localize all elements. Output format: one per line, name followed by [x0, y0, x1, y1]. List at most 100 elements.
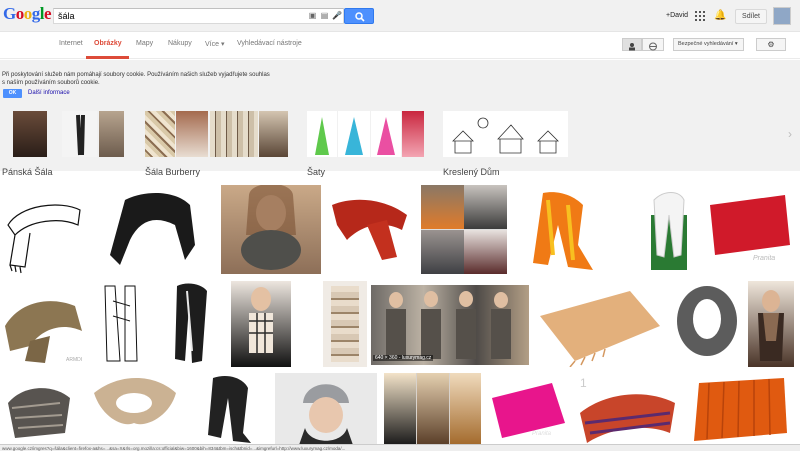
related-thumbnail [99, 111, 124, 157]
orange-ribbed-scarf [694, 378, 787, 441]
cookie-notice: Při poskytování služeb nám pomáhají soub… [0, 60, 800, 101]
status-bar-url: www.google.cz/imgres?q=šála&client=firef… [0, 444, 800, 451]
scarf-drawing [7, 204, 81, 274]
tab-search-tools[interactable]: Vyhledávací nástroje [237, 40, 302, 47]
search-button[interactable] [344, 8, 374, 24]
beige-pashmina [540, 291, 660, 367]
logo-letter: e [43, 4, 52, 23]
image-result[interactable]: 1 [575, 373, 683, 445]
image-result[interactable]: Pranita [705, 185, 794, 274]
image-result[interactable] [231, 281, 291, 367]
collage-cell [464, 230, 507, 274]
image-result[interactable] [95, 185, 215, 274]
tab-more[interactable]: Více ▾ [205, 40, 224, 48]
svg-text:1: 1 [580, 376, 587, 390]
image-result[interactable] [323, 281, 367, 367]
user-link[interactable]: +David [666, 12, 688, 19]
tab-internet[interactable]: Internet [59, 40, 83, 47]
image-result[interactable] [84, 373, 187, 445]
white-scarf-mannequin [651, 192, 687, 270]
fur-collar [94, 378, 176, 425]
notifications-bell-icon[interactable]: 🔔 [714, 10, 726, 21]
woman-knit-hat [299, 384, 353, 445]
scarf-sketch [104, 285, 138, 362]
google-logo[interactable]: Google [3, 4, 52, 24]
related-thumbnail [371, 111, 401, 157]
image-result[interactable] [0, 185, 90, 274]
woman-knit-scarf [758, 290, 784, 361]
collage-cell [384, 373, 416, 445]
related-label: Šála Burberry [145, 167, 201, 177]
woman-gray-scarf [241, 185, 301, 270]
related-thumbnail [307, 111, 337, 157]
tab-images[interactable]: Obrázky [94, 40, 122, 47]
related-thumbnail [62, 111, 97, 157]
black-scarf [110, 193, 195, 265]
image-result[interactable] [95, 281, 150, 367]
top-bar: Google ▣ ▤ 🎤 +David 🔔 Sdílet [0, 0, 800, 32]
collage-cell [417, 373, 449, 445]
tab-shopping[interactable]: Nákupy [168, 40, 192, 47]
image-result[interactable] [221, 185, 321, 274]
related-thumbnail [176, 111, 208, 157]
logo-letter: G [3, 4, 16, 23]
collage-cell [421, 185, 464, 229]
related-thumbnail [338, 111, 370, 157]
search-nav: Internet Obrázky Mapy Nákupy Více ▾ Vyhl… [0, 32, 800, 59]
logo-letter: o [23, 4, 33, 23]
image-caption: 640 × 360 - luxurymag.cz [373, 355, 434, 361]
image-result[interactable] [157, 281, 225, 367]
image-result[interactable] [639, 185, 699, 274]
private-results-toggle[interactable] [622, 38, 642, 51]
share-button[interactable]: Sdílet [735, 9, 767, 24]
image-result-selected[interactable]: 640 × 360 - luxurymag.cz [371, 285, 529, 365]
burberry-scarf [331, 286, 359, 362]
image-result[interactable] [327, 185, 414, 274]
image-result[interactable] [384, 373, 481, 445]
active-tab-indicator [86, 56, 129, 59]
cookie-ok-button[interactable]: OK [3, 89, 22, 98]
image-result[interactable] [275, 373, 377, 445]
collage-cell [464, 185, 507, 229]
microphone-icon[interactable]: 🎤 [332, 12, 342, 20]
logo-letter: g [31, 4, 41, 23]
avatar[interactable] [773, 7, 791, 25]
logo-letter: o [15, 4, 25, 23]
related-thumbnail [210, 111, 258, 157]
safe-search-dropdown[interactable]: Bezpečné vyhledávání ▾ [673, 38, 744, 51]
watermark-text: ARMDI [66, 357, 83, 363]
chevron-right-icon[interactable]: › [788, 127, 792, 141]
camera-icon[interactable]: ▣ [308, 12, 317, 20]
red-folded-scarf [710, 195, 790, 255]
related-label: Pánská Šála [2, 167, 53, 177]
related-searches: Pánská Šála Šála Burberry Šaty Kreslený … [0, 101, 800, 177]
gray-infinity-scarf [677, 286, 737, 356]
image-result[interactable]: ARMDI [0, 281, 88, 367]
patterned-scarf [8, 388, 70, 438]
black-crinkle-scarf [208, 376, 251, 443]
related-thumbnail [402, 111, 424, 157]
related-thumbnail [145, 111, 175, 157]
search-input[interactable] [58, 10, 298, 22]
image-result[interactable] [513, 185, 633, 274]
settings-gear-icon[interactable]: ⚙ [756, 38, 786, 51]
image-result[interactable] [535, 281, 665, 367]
red-scarf [332, 199, 407, 260]
image-result[interactable] [0, 373, 78, 445]
apps-grid-icon[interactable] [695, 11, 705, 21]
watermark-text: Pranita [532, 431, 552, 437]
keyboard-icon[interactable]: ▤ [320, 12, 329, 20]
global-results-toggle[interactable] [642, 38, 664, 51]
tab-maps[interactable]: Mapy [136, 40, 153, 47]
image-result[interactable] [421, 185, 507, 274]
image-result[interactable]: Pranita [487, 373, 569, 445]
cookie-text: Při poskytování služeb nám pomáhají soub… [2, 72, 270, 86]
image-result[interactable] [193, 373, 268, 445]
image-result[interactable] [671, 281, 743, 367]
image-result[interactable] [748, 281, 794, 367]
cookie-more-info-link[interactable]: Další informace [28, 90, 70, 96]
image-result[interactable] [689, 373, 794, 445]
globe-icon [649, 42, 657, 51]
collage-cell [421, 230, 464, 274]
related-label: Kreslený Dům [443, 167, 500, 177]
